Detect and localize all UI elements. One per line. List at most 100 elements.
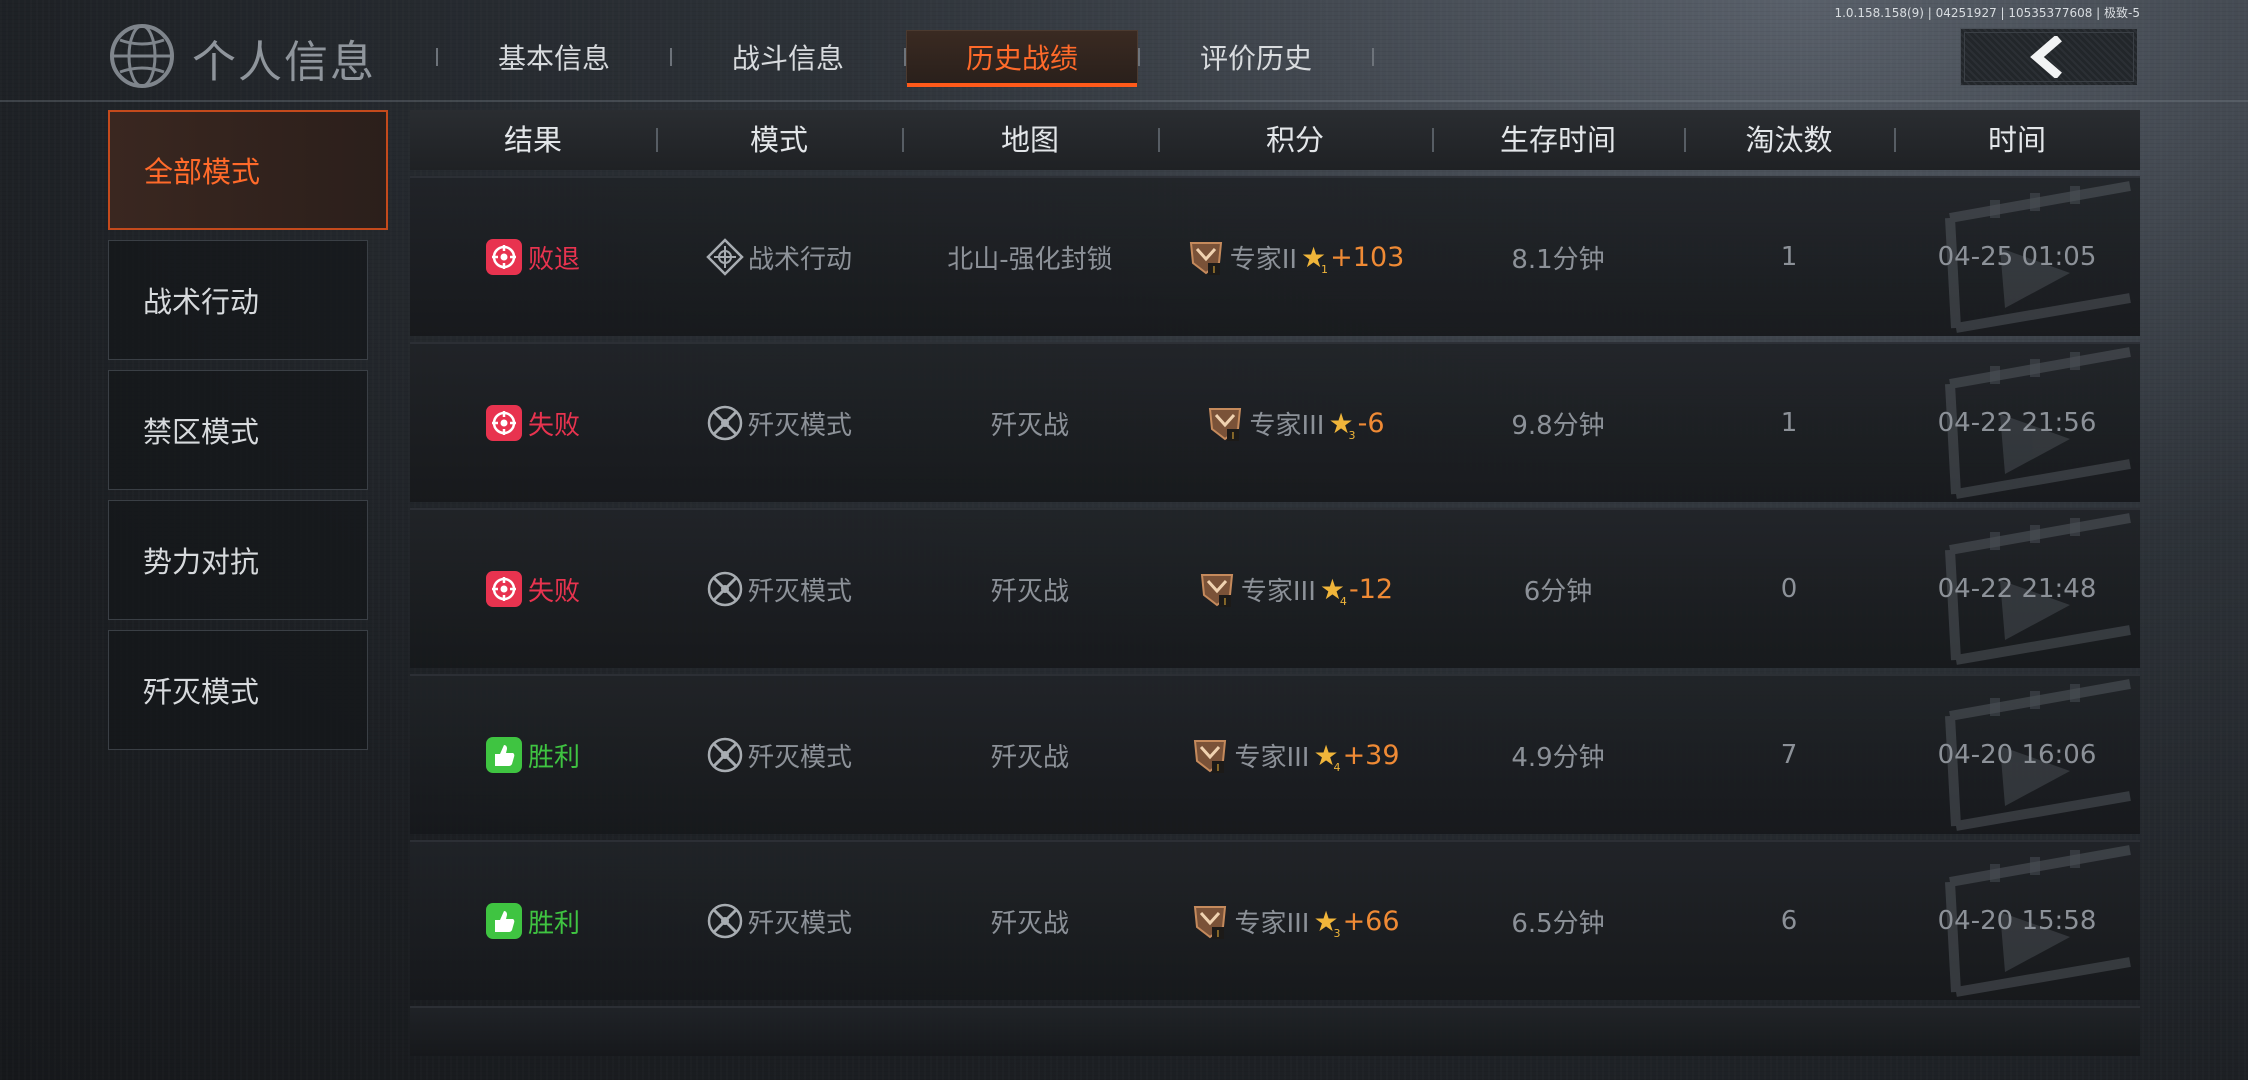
star-icon: ★ 3 — [1313, 904, 1341, 940]
result-cell: 失败 — [410, 405, 656, 442]
score-change: -12 — [1349, 573, 1394, 605]
map-cell: 歼灭战 — [990, 742, 1069, 773]
column-header-eliminations: 淘汰数 — [1684, 110, 1894, 170]
rank-badge-icon: I — [1186, 237, 1226, 277]
sidebar-item-annihilation[interactable]: 歼灭模式 — [108, 630, 368, 750]
sidebar-item-tactical-ops[interactable]: 战术行动 — [108, 240, 368, 360]
sidebar-item-restricted-zone[interactable]: 禁区模式 — [108, 370, 368, 490]
time-cell: 04-22 21:56 — [1937, 408, 2097, 438]
score-cell: I 专家III ★ 4 -12 — [1158, 569, 1432, 609]
time-cell: 04-25 01:05 — [1937, 242, 2097, 272]
crosshair-icon — [485, 571, 522, 607]
survival-time-cell: 6.5分钟 — [1511, 908, 1605, 939]
chevron-left-icon — [2030, 36, 2062, 78]
thumbs-up-icon — [485, 903, 522, 939]
result-cell: 败退 — [410, 239, 656, 276]
crossed-rifles-icon — [706, 902, 744, 940]
star-icon: ★ 4 — [1319, 572, 1347, 608]
thumbs-up-icon — [485, 737, 522, 773]
column-header-mode: 模式 — [656, 110, 902, 170]
score-change: +66 — [1342, 905, 1400, 937]
eliminations-cell: 6 — [1780, 906, 1798, 936]
sidebar-item-all-modes[interactable]: 全部模式 — [108, 110, 388, 230]
column-header-survival-time: 生存时间 — [1432, 110, 1684, 170]
tab-match-history[interactable]: 历史战绩 — [906, 30, 1138, 87]
tab-rating-history[interactable]: 评价历史 — [1140, 30, 1372, 84]
result-label: 胜利 — [527, 908, 580, 939]
svg-text:I: I — [1223, 597, 1226, 608]
tab-combat-info[interactable]: 战斗信息 — [672, 30, 904, 84]
globe-logo-icon — [110, 24, 174, 88]
diamond-crosshair-icon — [706, 238, 744, 276]
rank-badge-icon: I — [1190, 735, 1230, 775]
star-icon: ★ 3 — [1328, 406, 1356, 442]
mode-label: 战术行动 — [747, 244, 852, 275]
score-cell: I 专家II ★ 1 +103 — [1158, 237, 1432, 277]
mode-label: 歼灭模式 — [747, 742, 852, 773]
page-title: 个人信息 — [192, 37, 376, 88]
tab-bar: 基本信息 战斗信息 历史战绩 评价历史 — [436, 28, 1374, 87]
tab-basic-info[interactable]: 基本信息 — [438, 30, 670, 84]
map-cell: 歼灭战 — [990, 410, 1069, 441]
crossed-rifles-icon — [706, 404, 744, 442]
tab-divider — [1372, 48, 1374, 66]
score-cell: I 专家III ★ 4 +39 — [1158, 735, 1432, 775]
table-row[interactable]: 胜利 歼灭模式 歼灭战 I 专家III ★ 3 +66 6.5分钟 6 04-20… — [410, 840, 2140, 1000]
result-cell: 胜利 — [410, 737, 656, 774]
star-level: 4 — [1339, 594, 1347, 608]
star-level: 3 — [1333, 926, 1341, 940]
column-header-time: 时间 — [1894, 110, 2140, 170]
crosshair-icon — [485, 405, 522, 441]
column-header-score: 积分 — [1158, 110, 1432, 170]
score-change: +103 — [1330, 241, 1405, 273]
time-cell: 04-20 16:06 — [1937, 740, 2097, 770]
map-cell: 歼灭战 — [990, 576, 1069, 607]
result-label: 败退 — [527, 244, 580, 275]
eliminations-cell: 1 — [1780, 242, 1798, 272]
survival-time-cell: 8.1分钟 — [1511, 244, 1605, 275]
eliminations-cell: 0 — [1780, 574, 1798, 604]
time-cell: 04-22 21:48 — [1937, 574, 2097, 604]
svg-text:I: I — [1217, 763, 1220, 774]
survival-time-cell: 4.9分钟 — [1511, 742, 1605, 773]
rank-label: 专家III — [1249, 410, 1325, 441]
survival-time-cell: 9.8分钟 — [1511, 410, 1605, 441]
back-button[interactable] — [1960, 28, 2138, 86]
table-row[interactable]: 失败 歼灭模式 歼灭战 I 专家III ★ 3 -6 9.8分钟 1 04-22 … — [410, 342, 2140, 502]
result-label: 失败 — [527, 576, 580, 607]
star-icon: ★ 1 — [1301, 240, 1329, 276]
eliminations-cell: 1 — [1780, 408, 1798, 438]
crossed-rifles-icon — [706, 570, 744, 608]
match-history-table: 结果 模式 地图 积分 生存时间 淘汰数 时间 败退 战术行动 北山-强化封锁 … — [410, 110, 2140, 1056]
table-row[interactable]: 败退 战术行动 北山-强化封锁 I 专家II ★ 1 +103 8.1分钟 1 0… — [410, 176, 2140, 336]
eliminations-cell: 7 — [1780, 740, 1798, 770]
rank-badge-icon: I — [1197, 569, 1237, 609]
result-cell: 失败 — [410, 571, 656, 608]
rank-badge-icon: I — [1205, 403, 1245, 443]
sidebar-item-faction-battle[interactable]: 势力对抗 — [108, 500, 368, 620]
result-cell: 胜利 — [410, 903, 656, 940]
star-level: 4 — [1333, 760, 1341, 774]
rank-badge-icon: I — [1190, 901, 1230, 941]
mode-cell: 歼灭模式 — [656, 404, 902, 442]
header-divider — [0, 100, 2248, 102]
score-cell: I 专家III ★ 3 +66 — [1158, 901, 1432, 941]
mode-cell: 歼灭模式 — [656, 736, 902, 774]
rank-label: 专家III — [1240, 576, 1316, 607]
mode-cell: 歼灭模式 — [656, 570, 902, 608]
rank-label: 专家II — [1229, 244, 1298, 275]
mode-label: 歼灭模式 — [747, 410, 852, 441]
table-row[interactable]: 胜利 歼灭模式 歼灭战 I 专家III ★ 4 +39 4.9分钟 7 04-20… — [410, 674, 2140, 834]
svg-text:I: I — [1232, 431, 1235, 442]
result-label: 失败 — [527, 410, 580, 441]
map-cell: 歼灭战 — [990, 908, 1069, 939]
time-cell: 04-20 15:58 — [1937, 906, 2097, 936]
table-row-partial[interactable] — [410, 1006, 2140, 1056]
header: 个人信息 基本信息 战斗信息 历史战绩 评价历史 — [0, 0, 2248, 102]
map-cell: 北山-强化封锁 — [947, 244, 1113, 275]
table-header: 结果 模式 地图 积分 生存时间 淘汰数 时间 — [410, 110, 2140, 170]
rank-label: 专家III — [1234, 908, 1310, 939]
table-body: 败退 战术行动 北山-强化封锁 I 专家II ★ 1 +103 8.1分钟 1 0… — [410, 176, 2140, 1000]
column-header-result: 结果 — [503, 123, 562, 157]
table-row[interactable]: 失败 歼灭模式 歼灭战 I 专家III ★ 4 -12 6分钟 0 04-22 2… — [410, 508, 2140, 668]
